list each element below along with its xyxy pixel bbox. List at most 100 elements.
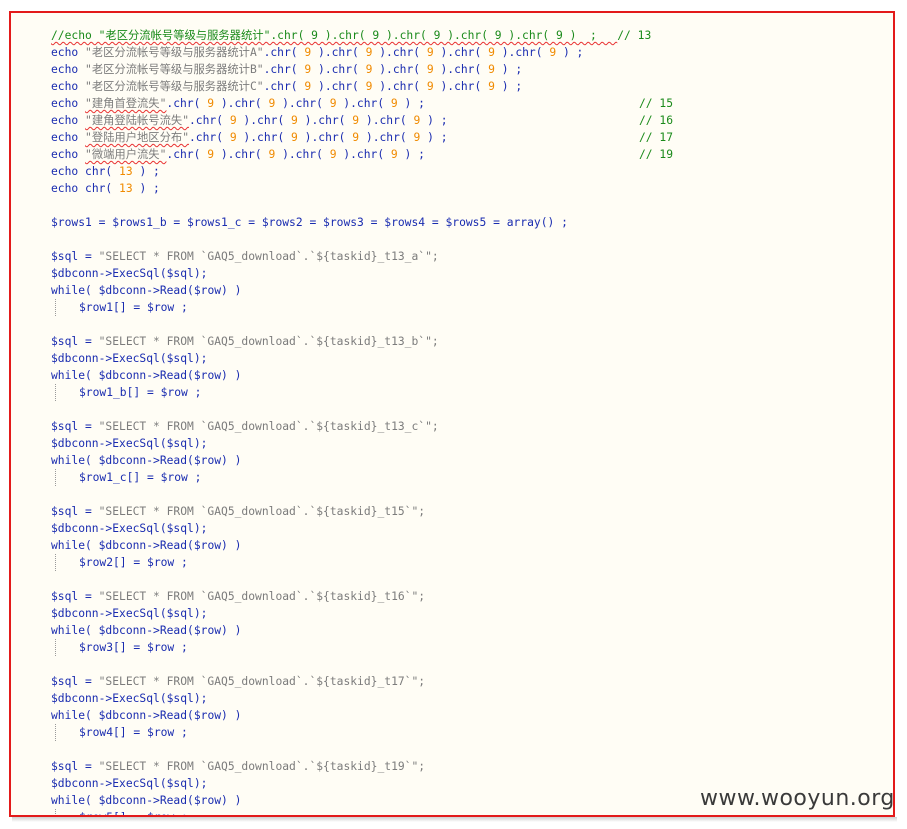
code-line: while( $dbconn->Read($row) ) bbox=[51, 707, 893, 724]
code-keyword: array bbox=[506, 216, 541, 229]
code-keyword: while bbox=[51, 369, 86, 382]
code-number: 9 bbox=[229, 131, 237, 144]
code-fn: ) bbox=[236, 114, 251, 127]
code-line: $sql = "SELECT * FROM `GAQ5_download`.`$… bbox=[51, 248, 893, 265]
code-variable: ( $dbconn->Read($row) ) bbox=[85, 284, 242, 297]
code-number: 9 bbox=[426, 80, 434, 93]
code-string: "微端用户流失" bbox=[85, 148, 167, 161]
code-number: 9 bbox=[207, 97, 215, 110]
code-fn: chr( bbox=[85, 165, 120, 178]
code-string: "SELECT * FROM `GAQ5_download`.`${taskid… bbox=[98, 760, 426, 773]
code-fn: .chr( bbox=[227, 148, 269, 161]
code-fn: .chr( bbox=[263, 63, 305, 76]
code-punct: ) ; bbox=[132, 182, 160, 195]
code-fn: .chr( bbox=[311, 114, 353, 127]
code-line: $dbconn->ExecSql($sql); bbox=[51, 690, 893, 707]
code-fn: .chr( bbox=[189, 114, 230, 127]
code-fn: .chr( bbox=[166, 148, 208, 161]
code-variable: $sql = bbox=[51, 675, 99, 688]
code-number: 9 bbox=[488, 46, 495, 59]
code-variable: ( $dbconn->Read($row) ) bbox=[85, 624, 242, 637]
code-keyword: echo bbox=[51, 148, 86, 161]
code-variable: ( $dbconn->Read($row) ) bbox=[85, 794, 242, 807]
code-keyword: echo bbox=[51, 114, 86, 127]
code-comment: // 17 bbox=[639, 131, 674, 144]
code-variable: $row4[] = $row ; bbox=[79, 726, 188, 739]
code-variable: ( $dbconn->Read($row) ) bbox=[85, 369, 242, 382]
code-line: echo "微端用户流失".chr( 9 ).chr( 9 ).chr( 9 )… bbox=[51, 146, 893, 163]
code-fn: .chr( bbox=[508, 46, 550, 59]
code-keyword: echo bbox=[51, 80, 86, 93]
code-keyword: echo bbox=[51, 131, 86, 144]
code-variable: $sql = bbox=[51, 590, 99, 603]
code-editor[interactable]: //echo "老区分流帐号等级与服务器统计".chr( 9 ).chr( 9 … bbox=[51, 27, 893, 815]
code-variable: $row3[] = $row ; bbox=[79, 641, 188, 654]
code-line: echo "老区分流帐号等级与服务器统计A".chr( 9 ).chr( 9 )… bbox=[51, 44, 893, 61]
code-fn: ) bbox=[420, 131, 434, 144]
code-line: $row4[] = $row ; bbox=[51, 724, 893, 741]
code-fn: .chr( bbox=[324, 46, 366, 59]
code-keyword: echo bbox=[51, 63, 86, 76]
code-line: echo "建角登陆帐号流失".chr( 9 ).chr( 9 ).chr( 9… bbox=[51, 112, 893, 129]
code-fn: ) bbox=[397, 97, 412, 110]
code-number: 9 bbox=[426, 46, 434, 59]
code-variable: $row1[] = $row ; bbox=[79, 301, 188, 314]
code-line: $row1_c[] = $row ; bbox=[51, 469, 893, 486]
code-fn: ) bbox=[494, 46, 509, 59]
code-line: $dbconn->ExecSql($sql); bbox=[51, 605, 893, 622]
code-punct: () ; bbox=[540, 216, 568, 229]
code-line: $sql = "SELECT * FROM `GAQ5_download`.`$… bbox=[51, 758, 893, 775]
code-fn: .chr( bbox=[386, 63, 427, 76]
code-fn: .chr( bbox=[447, 46, 489, 59]
code-fn: ) bbox=[275, 97, 289, 110]
code-line: while( $dbconn->Read($row) ) bbox=[51, 367, 893, 384]
code-line: $sql = "SELECT * FROM `GAQ5_download`.`$… bbox=[51, 418, 893, 435]
code-fn: .chr( bbox=[386, 80, 427, 93]
code-punct: ; bbox=[411, 97, 425, 110]
code-keyword: while bbox=[51, 794, 86, 807]
code-punct: ; bbox=[433, 114, 448, 127]
code-number: 13 bbox=[119, 165, 133, 178]
code-number: 9 bbox=[488, 80, 495, 93]
code-keyword: echo bbox=[51, 97, 86, 110]
code-string: "SELECT * FROM `GAQ5_download`.`${taskid… bbox=[98, 250, 439, 263]
code-fn: .chr( bbox=[288, 148, 330, 161]
code-line: $sql = "SELECT * FROM `GAQ5_download`.`$… bbox=[51, 588, 893, 605]
code-variable: ( $dbconn->Read($row) ) bbox=[85, 709, 242, 722]
code-variable: $dbconn->ExecSql($sql); bbox=[51, 352, 208, 365]
code-number: 9 bbox=[207, 148, 215, 161]
code-number: 9 bbox=[229, 114, 237, 127]
code-string: "老区分流帐号等级与服务器统计C" bbox=[85, 80, 264, 93]
code-punct: ; bbox=[433, 131, 448, 144]
code-comment: // 13 bbox=[617, 29, 652, 42]
code-fn: ) bbox=[372, 46, 387, 59]
code-punct: ; bbox=[569, 46, 584, 59]
code-line: while( $dbconn->Read($row) ) bbox=[51, 622, 893, 639]
code-line: echo chr( 13 ) ; bbox=[51, 163, 893, 180]
code-fn: .chr( bbox=[447, 80, 489, 93]
code-punct: ; bbox=[508, 63, 523, 76]
code-keyword: while bbox=[51, 454, 86, 467]
code-variable: $sql = bbox=[51, 505, 99, 518]
code-fn: ) bbox=[494, 63, 509, 76]
code-fn: .chr( bbox=[263, 46, 305, 59]
code-string: "老区分流帐号等级与服务器统计A" bbox=[85, 46, 264, 59]
code-line: $row3[] = $row ; bbox=[51, 639, 893, 656]
code-fn: .chr( bbox=[350, 97, 391, 110]
code-variable: ( $dbconn->Read($row) ) bbox=[85, 454, 242, 467]
code-comment: // 19 bbox=[639, 148, 674, 161]
code-line: $sql = "SELECT * FROM `GAQ5_download`.`$… bbox=[51, 333, 893, 350]
code-fn: ) bbox=[297, 114, 312, 127]
code-comment: // 15 bbox=[639, 97, 674, 110]
code-number: 9 bbox=[390, 148, 398, 161]
code-string: "建角登陆帐号流失" bbox=[85, 114, 189, 127]
code-fn: ) bbox=[397, 148, 412, 161]
code-fn: .chr( bbox=[263, 80, 305, 93]
code-punct: ) ; bbox=[132, 165, 160, 178]
code-fn: ) bbox=[359, 114, 373, 127]
code-variable: $sql = bbox=[51, 335, 99, 348]
